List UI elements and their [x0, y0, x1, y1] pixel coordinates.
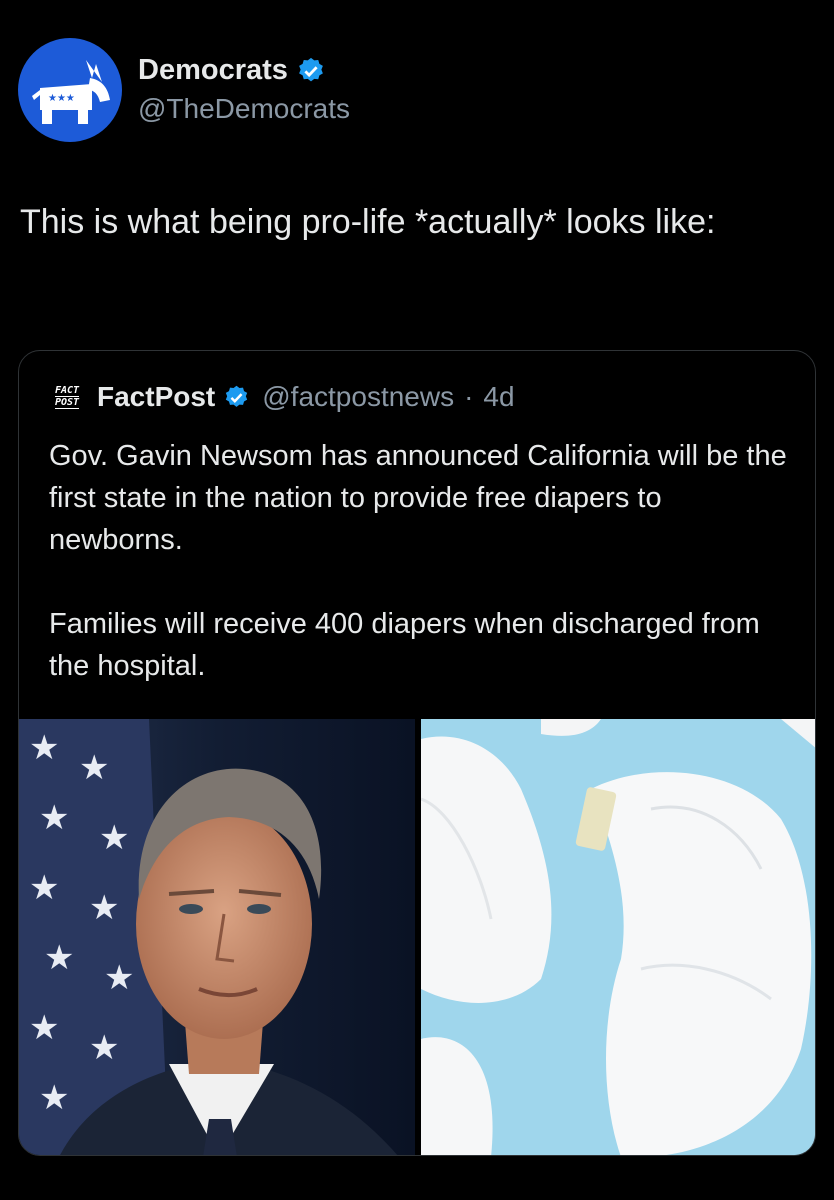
factpost-logo-line: POST — [54, 397, 80, 409]
quoted-paragraph: Families will receive 400 diapers when d… — [49, 608, 760, 682]
svg-text:★: ★ — [44, 938, 74, 978]
diapers-photo-illustration — [421, 719, 815, 1155]
factpost-logo-line: FACT — [54, 385, 80, 397]
svg-text:★: ★ — [99, 818, 129, 858]
quoted-media-grid: ★★ ★★ ★★ ★★ ★★ ★★ — [19, 719, 815, 1155]
svg-text:★: ★ — [29, 1008, 59, 1048]
quoted-paragraph: Gov. Gavin Newsom has announced Californ… — [49, 440, 787, 556]
tweet-text: This is what being pro-life *actually* l… — [20, 203, 716, 241]
svg-text:★★★: ★★★ — [48, 93, 75, 104]
svg-text:★: ★ — [39, 798, 69, 838]
media-photo-governor[interactable]: ★★ ★★ ★★ ★★ ★★ ★★ — [19, 719, 415, 1155]
svg-text:★: ★ — [29, 868, 59, 908]
factpost-logo-icon: FACT POST — [51, 381, 83, 413]
quoted-handle[interactable]: @factpostnews — [262, 381, 454, 413]
separator-dot: · — [464, 381, 474, 412]
quoted-display-name[interactable]: FactPost — [97, 381, 215, 413]
donkey-logo-icon: ★★★ — [32, 60, 110, 124]
quoted-timestamp[interactable]: 4d — [483, 381, 514, 413]
quoted-tweet-text: Gov. Gavin Newsom has announced Californ… — [49, 435, 789, 687]
svg-text:★: ★ — [89, 1028, 119, 1068]
verified-badge-icon — [226, 385, 248, 407]
svg-text:★: ★ — [29, 728, 59, 768]
media-photo-diapers[interactable] — [421, 719, 815, 1155]
svg-text:★: ★ — [39, 1078, 69, 1118]
quoted-tweet-card[interactable]: FACT POST FactPost @factpostnews · 4d Go… — [18, 350, 816, 1156]
author-handle[interactable]: @TheDemocrats — [138, 93, 350, 125]
author-display-name[interactable]: Democrats — [138, 54, 288, 87]
svg-text:★: ★ — [79, 748, 109, 788]
verified-badge-icon — [299, 57, 323, 81]
author-block: Democrats @TheDemocrats — [138, 54, 350, 125]
author-avatar[interactable]: ★★★ — [18, 38, 122, 142]
quoted-tweet-header: FACT POST FactPost @factpostnews · 4d — [51, 381, 515, 413]
svg-text:★: ★ — [89, 888, 119, 928]
svg-text:★: ★ — [104, 958, 134, 998]
governor-photo-illustration: ★★ ★★ ★★ ★★ ★★ ★★ — [19, 719, 415, 1155]
